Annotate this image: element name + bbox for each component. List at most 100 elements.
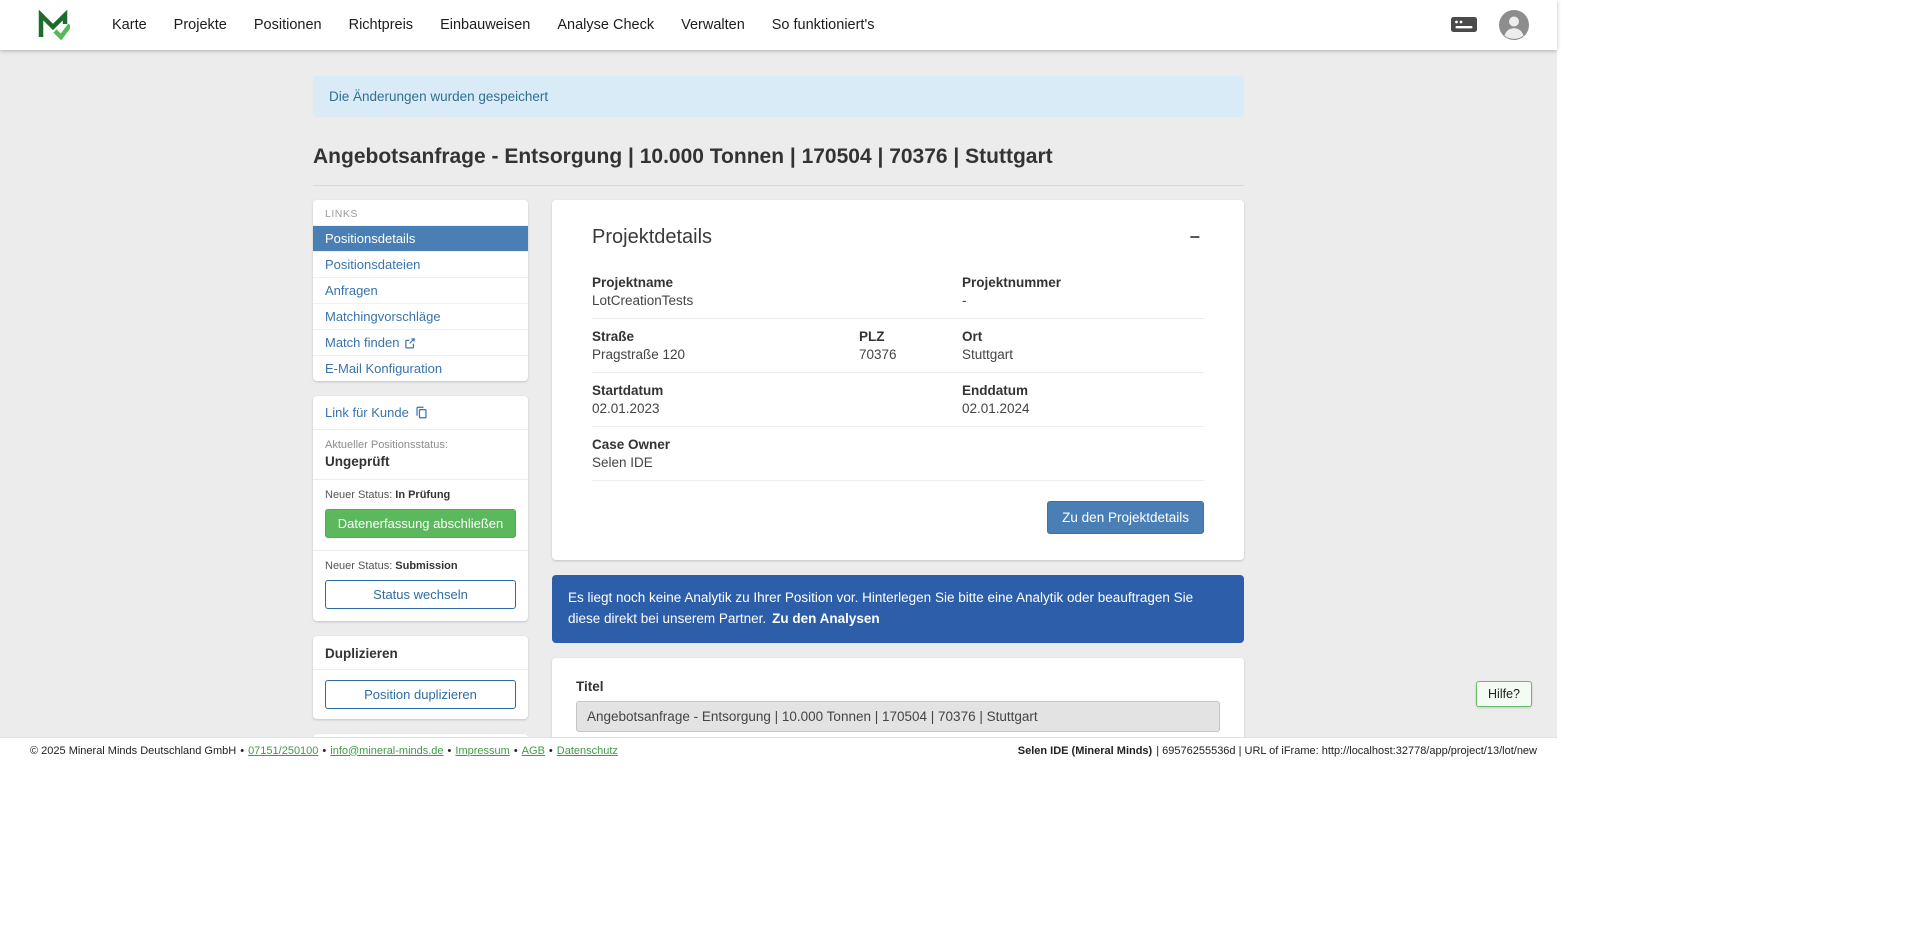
sidebar-item-label: Positionsdateien [325,257,420,272]
complete-data-entry-button[interactable]: Datenerfassung abschließen [325,509,516,538]
titel-input [576,701,1220,732]
footer-left: © 2025 Mineral Minds Deutschland GmbH • … [30,745,618,757]
sidebar: LINKS Positionsdetails Positionsdateien … [313,200,528,737]
next-status-block-pruefung: Neuer Status:In Prüfung Datenerfassung a… [313,480,528,551]
project-row-case-owner: Case Owner Selen IDE [592,427,1204,481]
sidebar-item-email-konfiguration[interactable]: E-Mail Konfiguration [313,355,528,381]
footer-separator: • [514,745,518,757]
customer-link-label: Link für Kunde [325,405,409,420]
app-frame: Karte Projekte Positionen Richtpreis Ein… [0,0,1557,763]
external-link-icon [404,337,416,349]
titel-group: Titel Erhält den von uns vorgegebenen Ti… [576,679,1220,737]
strasse-label: Straße [592,329,859,344]
sidebar-item-label: Positionsdetails [325,231,415,246]
case-owner-label: Case Owner [592,437,1204,452]
nav-item-verwalten[interactable]: Verwalten [681,17,745,33]
projektname-label: Projektname [592,275,962,290]
collapse-icon[interactable]: − [1185,226,1204,248]
app-logo[interactable] [36,8,70,42]
copy-icon [415,406,428,419]
sidebar-links-card: LINKS Positionsdetails Positionsdateien … [313,200,528,381]
nav-item-projekte[interactable]: Projekte [174,17,227,33]
sidebar-item-label: Matchingvorschläge [325,309,441,324]
ort-label: Ort [962,329,1204,344]
duplicate-position-button[interactable]: Position duplizieren [325,680,516,709]
footer-separator: • [240,745,244,757]
current-status-label: Aktueller Positionsstatus: [325,439,516,451]
server-icon[interactable] [1449,12,1479,38]
customer-link[interactable]: Link für Kunde [313,396,528,430]
sidebar-item-match-finden[interactable]: Match finden [313,329,528,355]
strasse-value: Pragstraße 120 [592,347,859,362]
page-title: Angebotsanfrage - Entsorgung | 10.000 To… [313,145,1244,186]
project-row-address: Straße Pragstraße 120 PLZ 70376 Ort Stut… [592,319,1204,373]
save-success-alert: Die Änderungen wurden gespeichert [313,76,1244,117]
projektnummer-value: - [962,293,1204,308]
sidebar-item-label: Anfragen [325,283,378,298]
current-status-block: Aktueller Positionsstatus: Ungeprüft [313,430,528,480]
analytics-banner-text: Es liegt noch keine Analytik zu Ihrer Po… [568,590,1193,626]
footer-right: Selen IDE (Mineral Minds) | 69576255536d… [1018,745,1537,757]
footer-datenschutz-link[interactable]: Datenschutz [557,745,618,757]
next-status-value: Submission [395,560,457,572]
logo-icon [36,8,70,42]
switch-status-button[interactable]: Status wechseln [325,580,516,609]
project-details-heading: Projektdetails [592,226,712,249]
startdatum-label: Startdatum [592,383,962,398]
footer-agb-link[interactable]: AGB [522,745,545,757]
go-to-analyses-link[interactable]: Zu den Analysen [772,611,880,626]
plz-value: 70376 [859,347,962,362]
footer-separator: • [448,745,452,757]
top-nav: Karte Projekte Positionen Richtpreis Ein… [0,0,1557,50]
next-status-block-submission: Neuer Status:Submission Status wechseln [313,551,528,621]
help-button[interactable]: Hilfe? [1476,681,1532,707]
project-details-card: Projektdetails − Projektname LotCreation… [552,200,1244,560]
nav-menu: Karte Projekte Positionen Richtpreis Ein… [112,17,874,33]
detail-column: Projektdetails − Projektname LotCreation… [552,200,1244,737]
next-status-label: Neuer Status: [325,489,392,501]
current-status-value: Ungeprüft [325,454,516,469]
duplicate-card: Duplizieren Position duplizieren [313,636,528,719]
sidebar-item-positionsdetails[interactable]: Positionsdetails [313,225,528,251]
projektname-value: LotCreationTests [592,293,962,308]
startdatum-value: 02.01.2023 [592,401,962,416]
footer-copyright: © 2025 Mineral Minds Deutschland GmbH [30,745,236,757]
project-row-dates: Startdatum 02.01.2023 Enddatum 02.01.202… [592,373,1204,427]
next-status-value: In Prüfung [395,489,450,501]
nav-item-so-funktionierts[interactable]: So funktioniert's [772,17,875,33]
ort-value: Stuttgart [962,347,1204,362]
sidebar-item-label: E-Mail Konfiguration [325,361,442,376]
enddatum-label: Enddatum [962,383,1204,398]
main-content: Die Änderungen wurden gespeichert Angebo… [0,50,1557,737]
sidebar-item-positionsdateien[interactable]: Positionsdateien [313,251,528,277]
duplicate-heading: Duplizieren [313,636,528,670]
footer-separator: • [322,745,326,757]
nav-item-richtpreis[interactable]: Richtpreis [349,17,413,33]
project-row-name-number: Projektname LotCreationTests Projektnumm… [592,265,1204,319]
case-owner-value: Selen IDE [592,455,1204,470]
sidebar-item-label: Match finden [325,335,399,350]
enddatum-value: 02.01.2024 [962,401,1204,416]
nav-item-einbauweisen[interactable]: Einbauweisen [440,17,530,33]
sidebar-item-anfragen[interactable]: Anfragen [313,277,528,303]
footer-impressum-link[interactable]: Impressum [455,745,509,757]
footer-user-info: Selen IDE (Mineral Minds) [1018,745,1152,757]
footer-email-link[interactable]: info@mineral-minds.de [330,745,443,757]
analytics-banner: Es liegt noch keine Analytik zu Ihrer Po… [552,575,1244,643]
links-header: LINKS [313,200,528,225]
titel-label: Titel [576,679,1220,694]
go-to-project-details-button[interactable]: Zu den Projektdetails [1047,501,1204,534]
nav-right-icons [1449,10,1529,40]
nav-item-positionen[interactable]: Positionen [254,17,322,33]
next-status-label: Neuer Status: [325,560,392,572]
nav-item-analyse-check[interactable]: Analyse Check [557,17,654,33]
footer: © 2025 Mineral Minds Deutschland GmbH • … [0,737,1557,763]
user-avatar[interactable] [1499,10,1529,40]
nav-item-karte[interactable]: Karte [112,17,147,33]
projektnummer-label: Projektnummer [962,275,1204,290]
sidebar-item-matchingvorschlaege[interactable]: Matchingvorschläge [313,303,528,329]
position-form-card: Titel Erhält den von uns vorgegebenen Ti… [552,658,1244,737]
footer-phone-link[interactable]: 07151/250100 [248,745,318,757]
footer-separator: • [549,745,553,757]
plz-label: PLZ [859,329,962,344]
